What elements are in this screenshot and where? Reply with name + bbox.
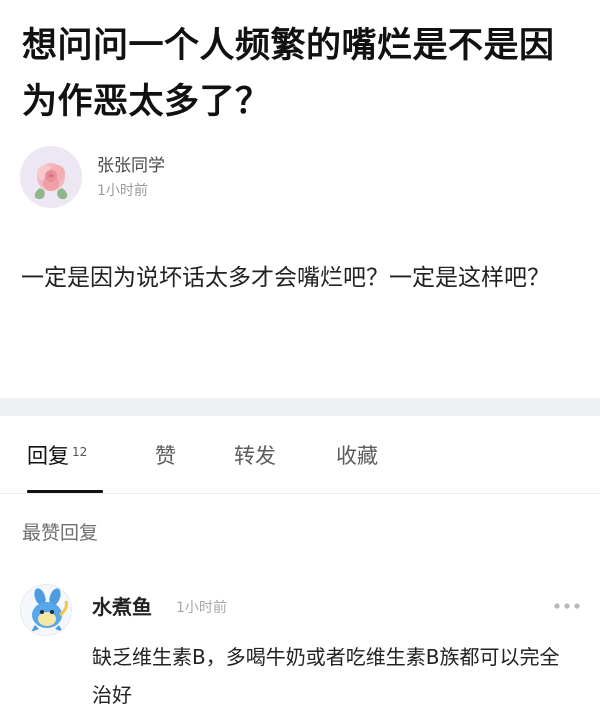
reply-time: 1小时前 [176, 600, 227, 616]
more-options-icon[interactable] [552, 598, 582, 614]
top-replies-heading: 最赞回复 [22, 522, 99, 544]
tab-replies-label: 回复 [27, 444, 69, 468]
post-body: 一定是因为说坏话太多才会嘴烂吧？一定是这样吧？ [21, 265, 550, 291]
section-divider [0, 398, 600, 416]
post-detail-page: 想问问一个人频繁的嘴烂是不是因为作恶太多了？ 张张同学 1小时前 一定是因为说坏… [0, 0, 600, 721]
post-title: 想问问一个人频繁的嘴烂是不是因为作恶太多了？ [22, 26, 555, 122]
author-name[interactable]: 张张同学 [97, 155, 165, 177]
tabs-border [0, 493, 600, 494]
rose-avatar-icon[interactable] [20, 146, 82, 208]
tab-favorites[interactable]: 收藏 [336, 442, 378, 470]
reply-body: 缺乏维生素B，多喝牛奶或者吃维生素B族都可以完全治好 [92, 645, 560, 707]
tab-reposts[interactable]: 转发 [234, 442, 276, 470]
reply-count-badge: 12 [72, 445, 88, 459]
tab-replies[interactable]: 回复 12 [27, 442, 87, 470]
reply-item: 水煮鱼 1小时前 缺乏维生素B，多喝牛奶或者吃维生素B族都可以完全治好 [0, 580, 600, 720]
tab-likes[interactable]: 赞 [155, 442, 176, 470]
reply-author-name[interactable]: 水煮鱼 [92, 594, 152, 620]
blue-cartoon-avatar-icon[interactable] [20, 584, 72, 636]
post-tabs: 回复 12 赞 转发 收藏 [0, 434, 600, 494]
post-time: 1小时前 [97, 183, 148, 199]
post-author: 张张同学 1小时前 [20, 146, 420, 212]
